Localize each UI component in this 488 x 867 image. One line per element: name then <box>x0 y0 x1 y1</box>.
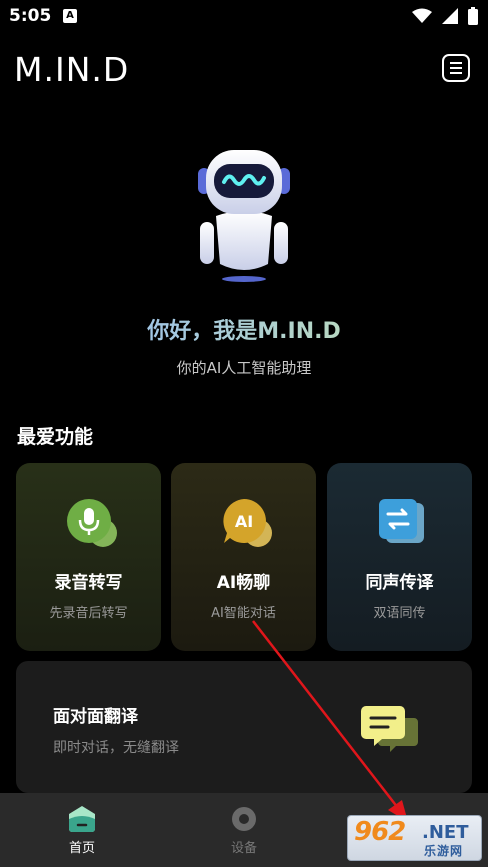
ai-chat-card[interactable]: AI AI畅聊 AI智能对话 <box>171 463 316 651</box>
battery-icon <box>468 7 478 25</box>
robot-mascot-icon <box>198 150 290 282</box>
notification-glyph: A <box>66 10 74 21</box>
card-title: 面对面翻译 <box>53 707 138 727</box>
card-subtitle: 双语同传 <box>373 606 426 621</box>
tab-device[interactable]: 设备 <box>194 793 294 867</box>
interpretation-icon <box>379 499 424 543</box>
microphone-icon <box>67 499 117 547</box>
card-title: AI畅聊 <box>216 573 271 593</box>
ai-chat-icon: AI <box>223 499 272 547</box>
status-time: 5:05 <box>9 6 52 26</box>
menu-icon-line <box>450 62 462 64</box>
device-icon <box>232 807 256 831</box>
menu-icon-line <box>450 72 462 74</box>
face-to-face-translation-card[interactable]: 面对面翻译 即时对话，无缝翻译 <box>16 661 472 793</box>
recording-transcription-card[interactable]: 录音转写 先录音后转写 <box>16 463 161 651</box>
card-subtitle: AI智能对话 <box>211 606 276 621</box>
face-to-face-chat-icon <box>361 706 418 752</box>
card-title: 录音转写 <box>54 573 123 593</box>
status-bar: 5:05 A <box>0 0 488 34</box>
menu-icon-line <box>450 67 462 69</box>
signal-icon <box>442 8 458 24</box>
watermark-main: 962 <box>354 817 406 847</box>
watermark-net: .NET <box>422 822 469 843</box>
assistant-subtitle: 你的AI人工智能助理 <box>176 359 312 377</box>
menu-button[interactable] <box>442 54 470 82</box>
watermark-logo: 962 .NET 乐游网 <box>347 815 482 861</box>
card-subtitle: 即时对话，无缝翻译 <box>53 740 179 756</box>
notification-icon: A <box>63 9 77 23</box>
tab-label: 首页 <box>68 841 95 856</box>
home-icon <box>69 806 95 832</box>
app-brand: M.IN.D <box>14 50 130 89</box>
svg-text:AI: AI <box>235 512 253 531</box>
favorites-section-title: 最爱功能 <box>17 426 94 448</box>
wifi-icon <box>412 8 432 23</box>
tab-home[interactable]: 首页 <box>32 793 132 867</box>
tab-label: 设备 <box>230 841 257 856</box>
simultaneous-interpretation-card[interactable]: 同声传译 双语同传 <box>327 463 472 651</box>
watermark-sub: 乐游网 <box>424 844 464 858</box>
status-icons <box>412 6 478 26</box>
card-subtitle: 先录音后转写 <box>49 606 128 621</box>
greeting-text: 你好，我是M.IN.D <box>0 313 488 345</box>
card-title: 同声传译 <box>365 573 434 593</box>
